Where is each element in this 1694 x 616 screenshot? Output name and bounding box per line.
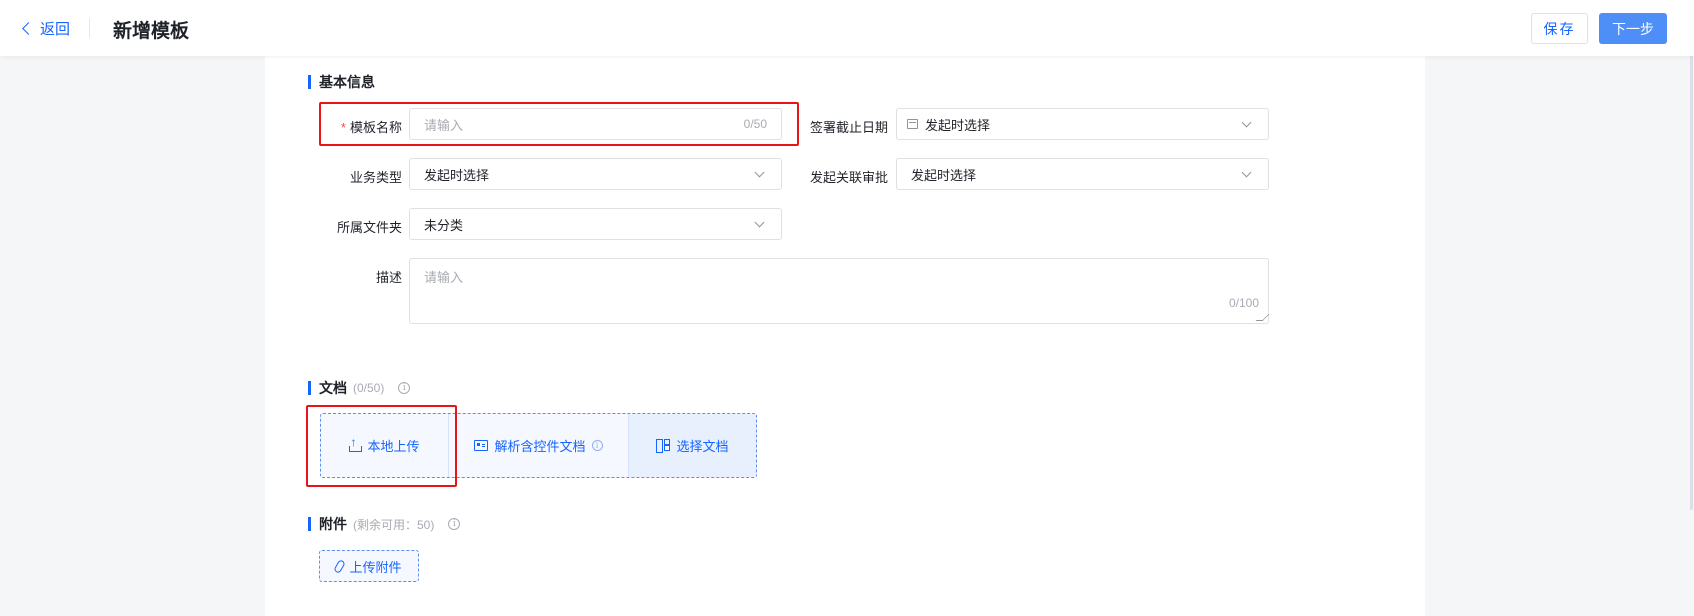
info-icon[interactable]: i	[448, 518, 461, 530]
approval-label: 发起关联审批	[809, 170, 888, 185]
chevron-down-icon	[1241, 117, 1252, 127]
approval-select[interactable]: 发起时选择	[896, 158, 1269, 190]
folder-value: 未分类	[424, 217, 464, 233]
chevron-left-icon	[22, 22, 35, 35]
section-marker	[308, 517, 311, 531]
approval-value: 发起时选择	[911, 167, 977, 183]
section-marker	[308, 381, 311, 395]
template-name-counter: 0/50	[743, 117, 767, 131]
section-attachments-title: 附件	[319, 516, 347, 532]
business-type-value: 发起时选择	[424, 167, 490, 183]
info-icon[interactable]: i	[591, 440, 603, 451]
section-attachments: 附件 (剩余可用：50) i	[308, 514, 461, 534]
folder-select[interactable]: 未分类	[409, 208, 782, 240]
upload-attachment-button[interactable]: 上传附件	[319, 550, 419, 582]
back-label: 返回	[40, 21, 71, 38]
next-step-button[interactable]: 下一步	[1599, 13, 1667, 44]
choose-document-button[interactable]: 选择文档	[629, 414, 756, 477]
description-counter: 0/100	[1228, 296, 1259, 310]
resize-handle-icon[interactable]	[1255, 314, 1270, 321]
chevron-down-icon	[754, 217, 765, 227]
description-placeholder: 请输入	[424, 270, 464, 285]
page-title: 新增模板	[113, 21, 190, 42]
required-asterisk: *	[340, 120, 346, 135]
back-button[interactable]: 返回	[22, 18, 71, 39]
section-basic-info-title: 基本信息	[319, 74, 375, 90]
local-upload-button[interactable]: 本地上传	[321, 414, 449, 477]
layout-icon	[656, 438, 671, 453]
parse-controls-button[interactable]: 解析含控件文档 i	[449, 414, 629, 477]
document-upload-group: 本地上传 解析含控件文档 i 选择文档	[320, 413, 757, 478]
template-name-input[interactable]: 请输入 0/50	[409, 108, 782, 140]
local-upload-label: 本地上传	[367, 439, 420, 454]
description-textarea[interactable]: 请输入 0/100	[409, 258, 1270, 324]
parse-controls-label: 解析含控件文档	[494, 439, 586, 454]
top-bar: 返回 新增模板 保存 下一步	[0, 0, 1694, 56]
folder-label: 所属文件夹	[336, 220, 402, 235]
documents-count: (0/50)	[353, 381, 385, 395]
template-name-label: * 模板名称	[340, 120, 402, 135]
attachments-remaining: (剩余可用：50)	[353, 517, 435, 532]
info-icon[interactable]: i	[398, 382, 411, 394]
document-card-icon	[474, 440, 489, 451]
chevron-down-icon	[1241, 167, 1252, 177]
calendar-icon	[907, 119, 918, 129]
chevron-down-icon	[754, 167, 765, 177]
save-button[interactable]: 保存	[1531, 13, 1588, 44]
upload-attachment-label: 上传附件	[349, 559, 402, 575]
deadline-value: 发起时选择	[925, 117, 991, 133]
business-type-label: 业务类型	[349, 170, 402, 185]
description-label: 描述	[375, 270, 402, 285]
section-documents: 文档 (0/50) i	[308, 378, 411, 398]
upload-icon	[349, 435, 363, 452]
business-type-select[interactable]: 发起时选择	[409, 158, 782, 190]
paperclip-icon	[333, 558, 347, 574]
deadline-date-picker[interactable]: 发起时选择	[896, 108, 1269, 140]
section-basic-info: 基本信息	[308, 72, 375, 92]
page-scrollbar[interactable]	[1690, 20, 1693, 510]
template-name-placeholder: 请输入	[424, 117, 464, 133]
section-marker	[308, 75, 311, 89]
section-documents-title: 文档	[319, 380, 347, 396]
header-divider	[89, 18, 90, 38]
deadline-label: 签署截止日期	[809, 120, 888, 135]
choose-document-label: 选择文档	[676, 439, 729, 454]
